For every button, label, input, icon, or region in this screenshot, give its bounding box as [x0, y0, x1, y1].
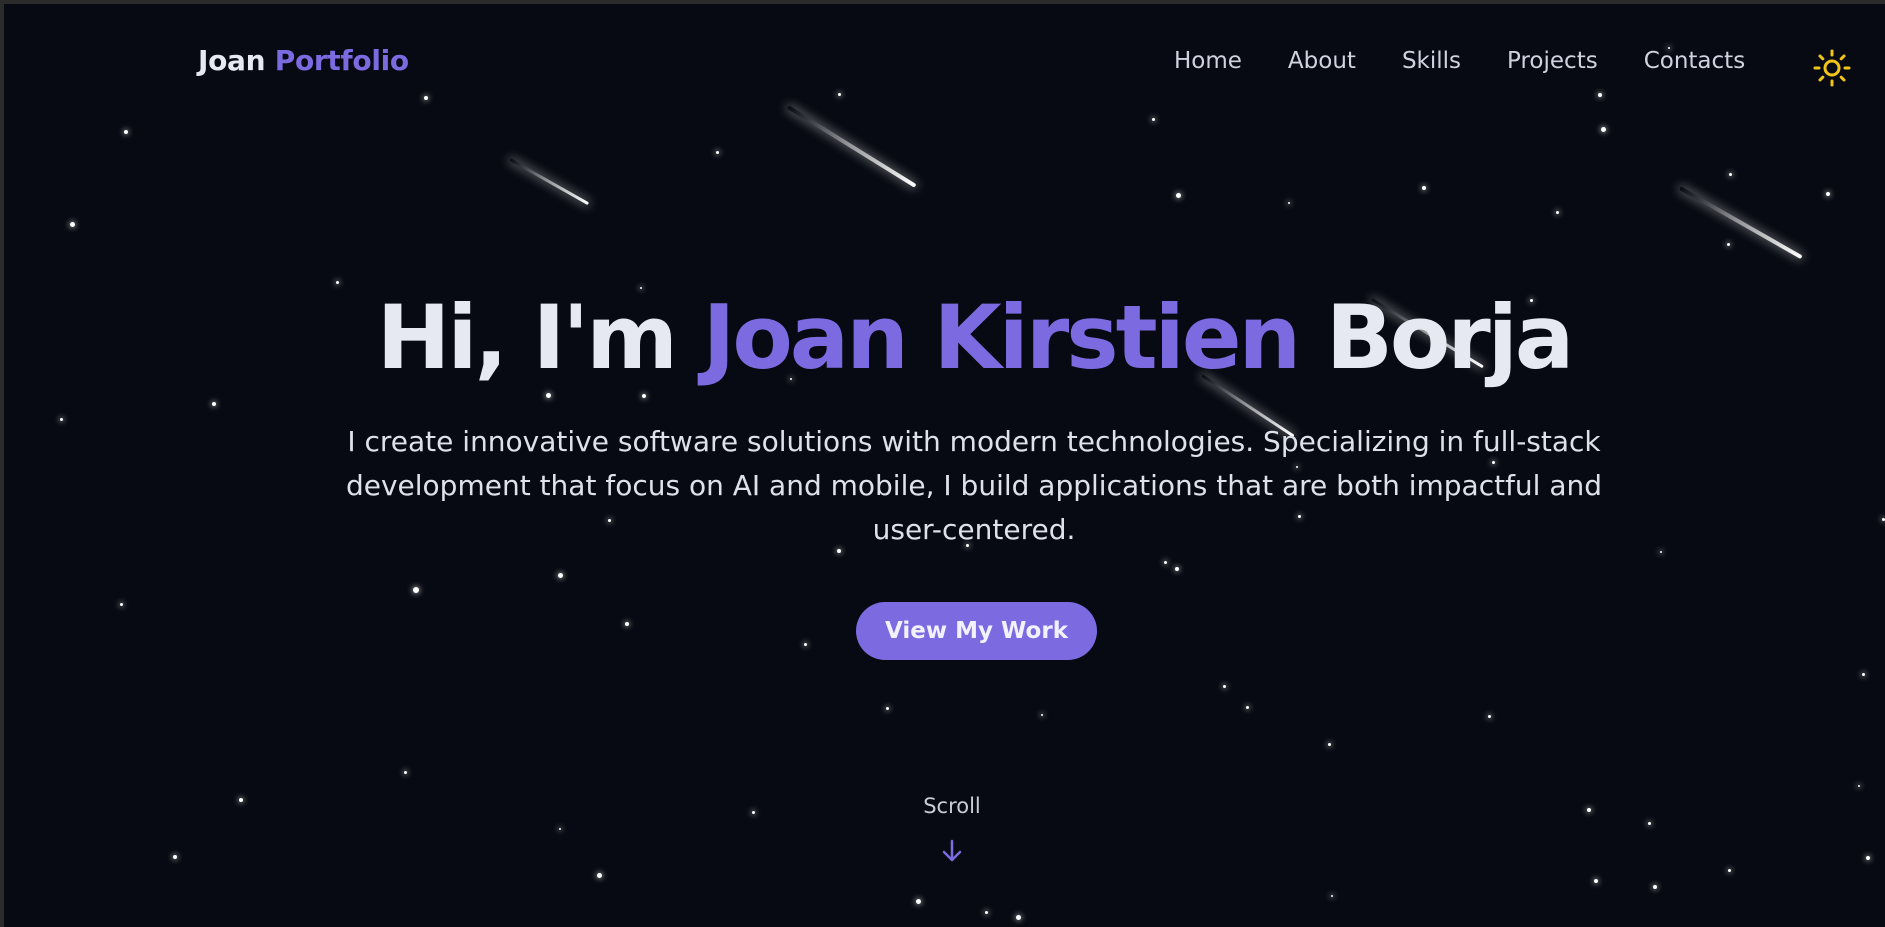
hero-section: Hi, I'm Joan Kirstien Borja I create inn…	[4, 4, 1885, 927]
brand-logo[interactable]: Joan Portfolio	[198, 44, 409, 77]
hero-subtitle: I create innovative software solutions w…	[345, 425, 1603, 546]
page: Joan Portfolio Home About Skills Project…	[4, 4, 1885, 927]
nav-about[interactable]: About	[1288, 48, 1356, 74]
sun-icon	[1813, 49, 1851, 87]
arrow-down-icon	[942, 839, 962, 862]
hero-title: Hi, I'm Joan Kirstien Borja	[4, 286, 1885, 389]
nav-contacts[interactable]: Contacts	[1644, 48, 1745, 74]
brand-first: Joan	[198, 44, 266, 77]
nav-home[interactable]: Home	[1174, 48, 1242, 74]
nav-links: Home About Skills Projects Contacts	[1174, 48, 1791, 74]
nav-skills[interactable]: Skills	[1402, 48, 1461, 74]
scroll-indicator[interactable]	[939, 838, 965, 864]
hero-name-highlight: Joan Kirstien	[702, 286, 1302, 389]
hero-greeting: Hi, I'm	[376, 286, 678, 389]
theme-toggle-button[interactable]	[1812, 48, 1852, 88]
view-my-work-button[interactable]: View My Work	[856, 602, 1097, 660]
hero-name-rest: Borja	[1325, 286, 1574, 389]
navbar: Joan Portfolio Home About Skills Project…	[4, 4, 1885, 116]
nav-projects[interactable]: Projects	[1507, 48, 1598, 74]
scroll-label: Scroll	[923, 794, 981, 818]
brand-second: Portfolio	[274, 44, 409, 77]
